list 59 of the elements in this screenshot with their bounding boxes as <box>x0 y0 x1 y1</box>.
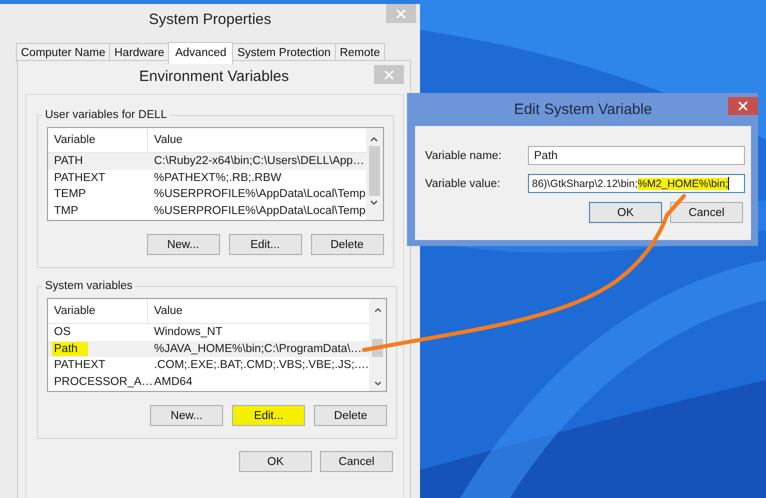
input-field[interactable]: Path <box>528 146 745 165</box>
dialog-button[interactable]: Cancel <box>670 202 743 223</box>
dialog-button[interactable]: OK <box>239 451 312 472</box>
table-cell: AMD64 <box>154 376 192 388</box>
dialog-button[interactable]: New... <box>150 405 224 426</box>
group-label: System variables <box>44 280 134 292</box>
dialog-title: Environment Variables <box>139 68 289 85</box>
table-cell: Windows_NT <box>154 326 222 338</box>
column-header[interactable]: Variable <box>48 299 148 323</box>
column-header[interactable]: Variable <box>48 128 148 152</box>
list-row[interactable]: PATHEXT .COM;.EXE;.BAT;.CMD;.VBS;.VBE;.JS;.… <box>48 357 370 374</box>
close-icon <box>396 8 406 18</box>
scroll-down-icon <box>370 200 378 206</box>
column-header[interactable]: Value <box>148 299 370 323</box>
dialog-button[interactable]: New... <box>146 234 220 255</box>
table-cell: C:\Ruby22-x64\bin;C:\Users\DELL\App… <box>154 155 364 168</box>
table-cell: PROCESSOR_A… <box>54 376 154 388</box>
scroll-up-icon <box>374 307 382 313</box>
table-cell: Path <box>52 342 88 356</box>
list-row[interactable]: PROCESSOR_A…AMD64 <box>48 374 370 390</box>
table-cell: %USERPROFILE%\AppData\Local\Temp <box>154 188 366 200</box>
table-cell: OS <box>54 326 71 338</box>
close-icon <box>738 101 748 111</box>
dialog-button[interactable]: OK <box>589 202 662 223</box>
dialog-button[interactable]: Delete <box>314 405 388 426</box>
tab[interactable]: Advanced <box>168 42 234 64</box>
list-row[interactable]: PATH C:\Ruby22-x64\bin;C:\Users\DELL\App… <box>48 153 366 170</box>
input-field[interactable]: 86)\GtkSharp\2.12\bin;%M2_HOME%\bin; <box>528 174 745 193</box>
table-cell: TEMP <box>54 188 86 200</box>
close-icon <box>384 70 394 80</box>
table-cell: %PATHEXT%;.RB;.RBW <box>154 172 282 184</box>
scroll-thumb[interactable] <box>368 146 380 196</box>
field-label: Variable value: <box>425 178 502 190</box>
table-cell: %USERPROFILE%\AppData\Local\Temp <box>154 204 366 217</box>
scrollbar[interactable] <box>366 128 383 220</box>
field-label: Variable name: <box>425 150 502 162</box>
table-cell: %JAVA_HOME%\bin;C:\ProgramData\… <box>154 342 362 355</box>
close-button[interactable] <box>728 97 758 115</box>
dialog-button[interactable]: Edit... <box>232 405 306 426</box>
table-cell: PATHEXT <box>54 359 106 372</box>
table-cell: PATH <box>54 155 83 168</box>
column-header[interactable]: Value <box>148 128 366 152</box>
scroll-down-icon <box>374 381 382 387</box>
group-label: User variables for DELL <box>44 109 168 121</box>
list-row[interactable]: PATHEXT %PATHEXT%;.RB;.RBW <box>48 170 366 186</box>
scrollbar[interactable] <box>369 299 386 391</box>
table-cell: TMP <box>54 204 78 217</box>
dialog-button[interactable]: Delete <box>310 234 384 255</box>
dialog-button[interactable]: Edit... <box>228 234 302 255</box>
table-cell: .COM;.EXE;.BAT;.CMD;.VBS;.VBE;.JS;.… <box>154 359 370 372</box>
table-cell: PATHEXT <box>54 172 106 184</box>
list-row[interactable]: OS Windows_NT <box>48 324 370 340</box>
list-row[interactable]: Path %JAVA_HOME%\bin;C:\ProgramData\… <box>48 340 370 357</box>
list-row[interactable]: TEMP %USERPROFILE%\AppData\Local\Temp <box>48 186 366 202</box>
dialog-button[interactable]: Cancel <box>320 451 393 472</box>
scroll-up-icon <box>370 136 378 142</box>
window-title: System Properties <box>148 10 272 28</box>
list-row[interactable]: TMP %USERPROFILE%\AppData\Local\Temp <box>48 202 366 219</box>
dialog-title: Edit System Variable <box>514 101 652 118</box>
